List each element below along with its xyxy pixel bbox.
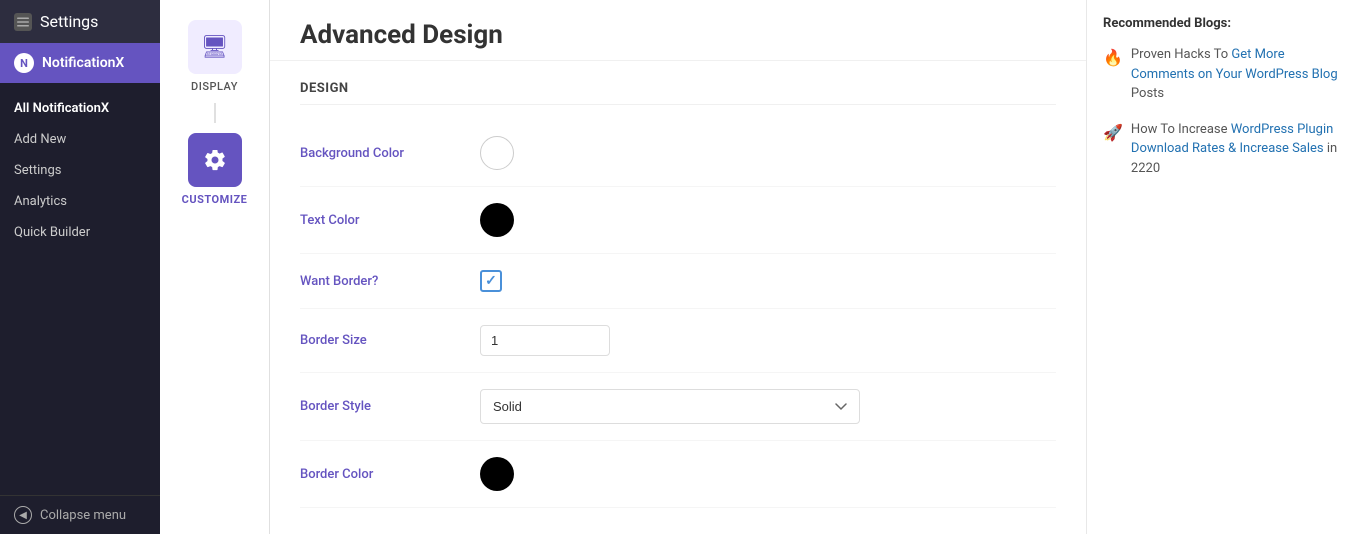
text-color-row: Text Color: [300, 187, 1056, 254]
brand-label: NotificationX: [42, 55, 124, 71]
blog-item-2: 🚀 How To Increase WordPress Plugin Downl…: [1103, 120, 1350, 179]
main-content: Advanced Design DESIGN Background Color …: [270, 0, 1086, 534]
settings-label: Settings: [40, 12, 98, 31]
border-color-label: Border Color: [300, 467, 460, 482]
background-color-swatch[interactable]: [480, 136, 514, 170]
sidebar-item-label: Add New: [14, 132, 66, 147]
sidebar-item-label: All NotificationX: [14, 101, 109, 116]
sidebar: Settings N NotificationX All Notificatio…: [0, 0, 160, 534]
blog-1-text: Proven Hacks To Get More Comments on You…: [1131, 45, 1350, 104]
sidebar-item-quick-builder[interactable]: Quick Builder: [0, 217, 160, 248]
blog-item-1: 🔥 Proven Hacks To Get More Comments on Y…: [1103, 45, 1350, 104]
border-style-row: Border Style None Solid Dashed Dotted Do…: [300, 373, 1056, 441]
sidebar-item-label: Settings: [14, 163, 61, 178]
display-step-icon: 🖥: [188, 20, 242, 74]
sidebar-item-analytics[interactable]: Analytics: [0, 186, 160, 217]
sidebar-item-all-notificationx[interactable]: All NotificationX: [0, 93, 160, 124]
sidebar-item-label: Quick Builder: [14, 225, 90, 240]
border-size-label: Border Size: [300, 333, 460, 348]
page-title: Advanced Design: [300, 20, 1056, 50]
want-border-row: Want Border? ✓: [300, 254, 1056, 309]
settings-icon: [14, 13, 32, 31]
blog-2-link[interactable]: WordPress Plugin Download Rates & Increa…: [1131, 122, 1333, 157]
blog-2-text: How To Increase WordPress Plugin Downloa…: [1131, 120, 1350, 179]
collapse-label: Collapse menu: [40, 508, 126, 523]
border-size-row: Border Size: [300, 309, 1056, 373]
border-color-swatch[interactable]: [480, 457, 514, 491]
sidebar-item-label: Analytics: [14, 194, 67, 209]
sidebar-item-settings[interactable]: Settings: [0, 155, 160, 186]
border-style-label: Border Style: [300, 399, 460, 414]
customize-step-label: CUSTOMIZE: [182, 193, 248, 206]
checkmark-icon: ✓: [485, 273, 497, 289]
want-border-label: Want Border?: [300, 274, 460, 289]
wizard-steps-panel: 🖥 DISPLAY CUSTOMIZE: [160, 0, 270, 534]
border-color-row: Border Color: [300, 441, 1056, 508]
blog-1-emoji: 🔥: [1103, 46, 1123, 70]
background-color-row: Background Color: [300, 120, 1056, 187]
wizard-step-customize[interactable]: CUSTOMIZE: [182, 133, 248, 206]
text-color-label: Text Color: [300, 213, 460, 228]
wizard-step-display[interactable]: 🖥 DISPLAY: [188, 20, 242, 93]
step-connector: [214, 103, 216, 123]
sidebar-item-add-new[interactable]: Add New: [0, 124, 160, 155]
brand-icon: N: [14, 53, 34, 73]
border-style-select[interactable]: None Solid Dashed Dotted Double Groove: [480, 389, 860, 424]
text-color-swatch[interactable]: [480, 203, 514, 237]
blog-1-link[interactable]: Get More Comments on Your WordPress Blog: [1131, 47, 1338, 82]
collapse-menu-button[interactable]: ◀ Collapse menu: [0, 495, 160, 534]
customize-step-icon: [188, 133, 242, 187]
want-border-checkbox[interactable]: ✓: [480, 270, 502, 292]
collapse-icon: ◀: [14, 506, 32, 524]
sidebar-settings-header[interactable]: Settings: [0, 0, 160, 43]
border-size-input[interactable]: [480, 325, 610, 356]
design-section: DESIGN Background Color Text Color Want …: [270, 61, 1086, 528]
sidebar-nav: All NotificationX Add New Settings Analy…: [0, 83, 160, 495]
right-panel-title: Recommended Blogs:: [1103, 16, 1350, 31]
brand-header: N NotificationX: [0, 43, 160, 83]
background-color-label: Background Color: [300, 146, 460, 161]
blog-2-emoji: 🚀: [1103, 121, 1123, 145]
main-header: Advanced Design: [270, 0, 1086, 61]
right-panel: Recommended Blogs: 🔥 Proven Hacks To Get…: [1086, 0, 1366, 534]
display-step-label: DISPLAY: [191, 80, 238, 93]
design-section-title: DESIGN: [300, 81, 1056, 105]
